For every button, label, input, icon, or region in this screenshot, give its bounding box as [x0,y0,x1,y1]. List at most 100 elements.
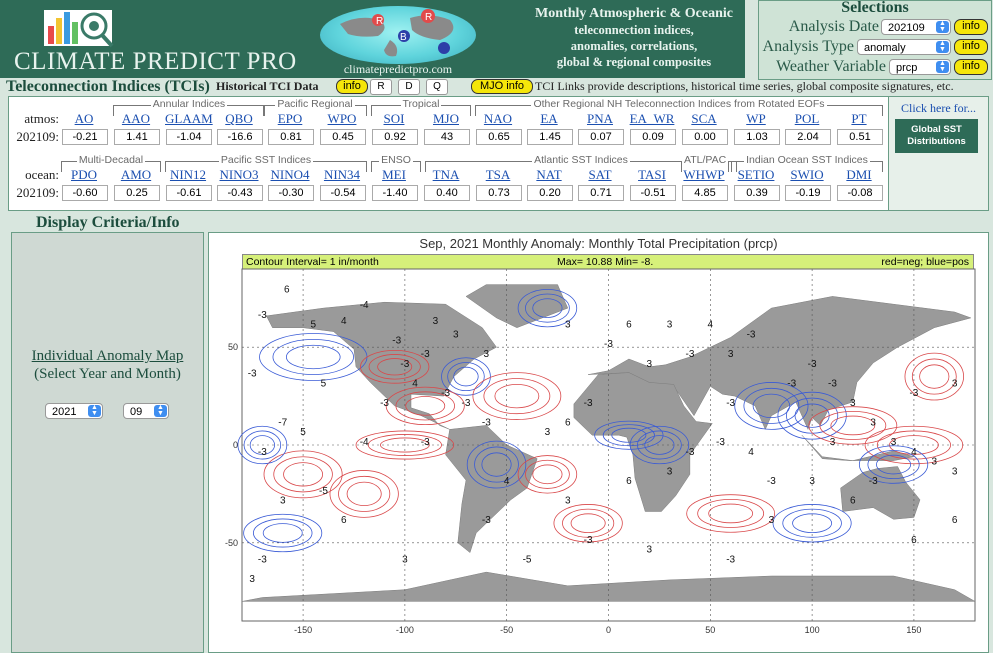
r-button[interactable]: R [370,79,392,95]
index-link-ao[interactable]: AO [61,111,107,127]
index-link-nin34[interactable]: NIN34 [319,167,365,183]
analysis-date-row: Analysis Date 202109 ▲ ▼ info [759,18,991,38]
sst-side-panel: Click here for... Global SST Distributio… [888,96,989,211]
index-group-label: Other Regional NH Teleconnection Indices… [531,98,827,110]
contour-label: 6 [341,515,347,526]
index-value: 1.03 [734,129,780,145]
index-link-wp[interactable]: WP [733,111,779,127]
index-link-pdo[interactable]: PDO [61,167,107,183]
index-value: 0.92 [372,129,418,145]
index-link-setio[interactable]: SETIO [733,167,779,183]
index-link-qbo[interactable]: QBO [216,111,262,127]
index-link-tna[interactable]: TNA [423,167,469,183]
site-header: CLIMATE PREDICT PRO R R B climatepredict… [0,0,745,78]
contour-label: 3 [870,417,876,428]
index-value: -0.19 [785,185,831,201]
stepper-icon: ▲ ▼ [88,404,101,417]
index-link-mjo[interactable]: MJO [423,111,469,127]
index-link-ea[interactable]: EA [526,111,572,127]
index-link-pt[interactable]: PT [836,111,882,127]
index-link-nino3[interactable]: NINO3 [216,167,262,183]
index-link-epo[interactable]: EPO [267,111,313,127]
contour-label: 3 [952,378,958,389]
index-link-tasi[interactable]: TASI [629,167,675,183]
year-select[interactable]: 2021 ▲ ▼ [45,403,103,419]
index-link-whwp[interactable]: WHWP [681,167,727,183]
index-value: 1.45 [527,129,573,145]
index-link-sca[interactable]: SCA [681,111,727,127]
contour-label: -3 [584,398,593,409]
index-link-swio[interactable]: SWIO [784,167,830,183]
contour-label: 3 [850,398,856,409]
svg-text:B: B [400,32,407,43]
contour-label: 4 [412,378,418,389]
index-value: 43 [424,129,470,145]
analysis-date-info-button[interactable]: info [954,19,988,35]
contour-label: 3 [728,349,734,360]
historical-tci-label: Historical TCI Data [216,79,319,93]
lon-tick-label: 50 [705,625,715,635]
tci-bar: Teleconnection Indices (TCIs) Historical… [0,78,993,95]
contour-label: 3 [646,545,652,556]
index-value: 0.65 [476,129,522,145]
index-link-nat[interactable]: NAT [526,167,572,183]
index-value: 0.25 [114,185,160,201]
index-link-pol[interactable]: POL [784,111,830,127]
d-button[interactable]: D [398,79,420,95]
contour-label: -3 [584,535,593,546]
click-here-text[interactable]: Click here for... [889,101,988,116]
index-link-mei[interactable]: MEI [371,167,417,183]
analysis-type-info-button[interactable]: info [954,39,988,55]
lat-tick-label: -50 [225,538,238,548]
row-label: ocean: [25,167,59,182]
analysis-date-select[interactable]: 202109 ▲ ▼ [881,19,951,35]
index-link-nino4[interactable]: NINO4 [267,167,313,183]
contour-label: -3 [482,417,491,428]
contour-label: -3 [421,437,430,448]
contour-label: -4 [360,300,369,311]
index-link-pna[interactable]: PNA [577,111,623,127]
index-link-ea_wr[interactable]: EA_WR [629,111,675,127]
weather-variable-info-button[interactable]: info [954,59,988,75]
globe-image[interactable]: R R B [320,6,476,64]
index-link-nin12[interactable]: NIN12 [165,167,211,183]
index-link-glaam[interactable]: GLAAM [165,111,213,127]
global-sst-button[interactable]: Global SST Distributions [895,119,978,153]
selections-title: Selections [841,0,909,16]
index-link-dmi[interactable]: DMI [836,167,882,183]
contour-label: -3 [787,378,796,389]
tci-info-button[interactable]: info [336,79,368,94]
site-url[interactable]: climatepredictpro.com [320,62,476,77]
contour-label: -3 [726,554,735,565]
weather-variable-select[interactable]: prcp ▲ ▼ [889,59,951,75]
index-link-aao[interactable]: AAO [113,111,159,127]
contour-label: -3 [482,515,491,526]
lon-tick-label: 100 [805,625,820,635]
index-link-wpo[interactable]: WPO [319,111,365,127]
index-link-tsa[interactable]: TSA [475,167,521,183]
q-button[interactable]: Q [426,79,448,95]
weather-variable-label: Weather Variable [776,58,886,75]
mjo-info-button[interactable]: MJO info [471,79,533,94]
index-value: 0.40 [424,185,470,201]
individual-anomaly-link[interactable]: Individual Anomaly Map (Select Year and … [12,347,203,383]
index-link-nao[interactable]: NAO [475,111,521,127]
tagline: Monthly Atmospheric & Oceanic teleconnec… [535,6,733,69]
analysis-type-select[interactable]: anomaly ▲ ▼ [857,39,951,55]
contour-label: -3 [828,378,837,389]
contour-label: 3 [809,476,815,487]
tci-title: Teleconnection Indices (TCIs) [6,78,210,95]
index-value: -0.60 [62,185,108,201]
index-link-soi[interactable]: SOI [371,111,417,127]
index-link-amo[interactable]: AMO [113,167,159,183]
contour-label: -3 [869,476,878,487]
logo-text[interactable]: CLIMATE PREDICT PRO [14,48,297,76]
index-value: -1.40 [372,185,418,201]
contour-label: -3 [808,359,817,370]
index-value: 2.04 [785,129,831,145]
index-value: 0.71 [578,185,624,201]
index-link-sat[interactable]: SAT [577,167,623,183]
index-group-label: Pacific SST Indices [218,154,314,166]
contour-label: -3 [258,310,267,321]
month-select[interactable]: 09 ▲ ▼ [123,403,169,419]
